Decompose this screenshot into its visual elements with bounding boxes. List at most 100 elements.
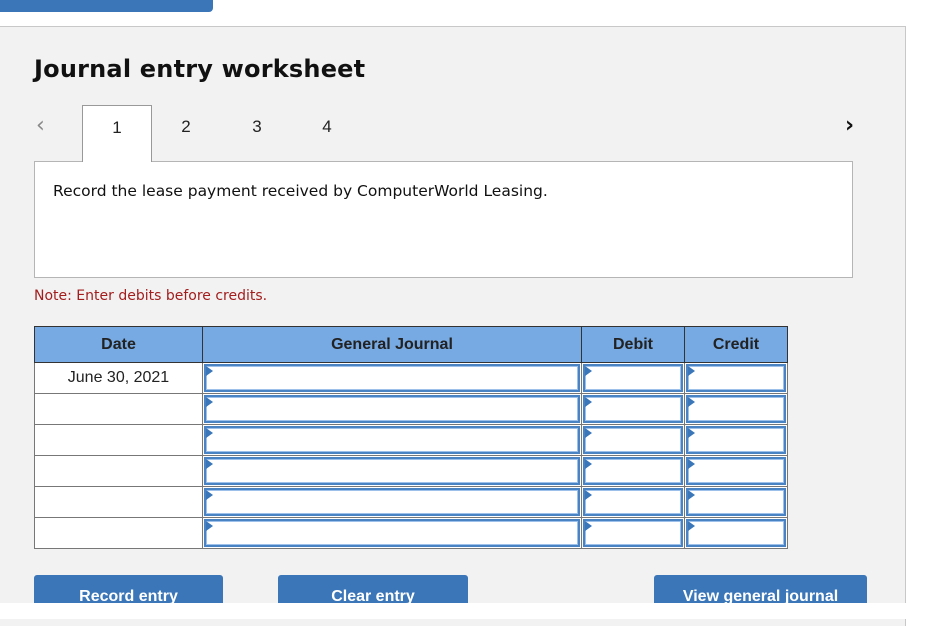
- debit-cell: [581, 393, 685, 425]
- tab-label: 2: [181, 117, 191, 136]
- dropdown-marker-icon: [206, 521, 213, 531]
- account-cell: [202, 517, 582, 549]
- credit-cell: [684, 455, 788, 487]
- dropdown-marker-icon: [585, 428, 592, 438]
- credit-cell: [684, 517, 788, 549]
- date-cell: [34, 455, 203, 487]
- dropdown-marker-icon: [585, 397, 592, 407]
- debit-input-wrapper: [583, 488, 683, 516]
- dropdown-marker-icon: [688, 459, 695, 469]
- credit-input-wrapper: [686, 488, 786, 516]
- debit-cell: [581, 486, 685, 518]
- date-cell: [34, 393, 203, 425]
- debit-input[interactable]: [585, 366, 681, 390]
- account-input[interactable]: [206, 428, 578, 452]
- table-row: [34, 486, 788, 518]
- date-cell: [34, 424, 203, 456]
- tab-label: 4: [322, 117, 332, 136]
- account-cell: [202, 362, 582, 394]
- account-cell: [202, 455, 582, 487]
- debit-input[interactable]: [585, 397, 681, 421]
- account-input-wrapper: [204, 457, 580, 485]
- debit-input-wrapper: [583, 395, 683, 423]
- account-input-wrapper: [204, 395, 580, 423]
- debit-input[interactable]: [585, 521, 681, 545]
- debit-input[interactable]: [585, 428, 681, 452]
- account-cell: [202, 393, 582, 425]
- note-text: Note: Enter debits before credits.: [34, 288, 268, 304]
- debit-input-wrapper: [583, 364, 683, 392]
- date-cell: June 30, 2021: [34, 362, 203, 394]
- table-row: [34, 424, 788, 456]
- debit-input-wrapper: [583, 426, 683, 454]
- instruction-text: Record the lease payment received by Com…: [53, 182, 548, 200]
- credit-cell: [684, 362, 788, 394]
- credit-input[interactable]: [688, 459, 784, 483]
- credit-cell: [684, 393, 788, 425]
- table-row: [34, 455, 788, 487]
- tab-3[interactable]: 3: [222, 105, 292, 161]
- dropdown-marker-icon: [585, 459, 592, 469]
- account-input-wrapper: [204, 519, 580, 547]
- account-input-wrapper: [204, 426, 580, 454]
- dropdown-marker-icon: [688, 428, 695, 438]
- page-title: Journal entry worksheet: [34, 55, 366, 83]
- viewport-cutoff: [0, 603, 929, 619]
- dropdown-marker-icon: [585, 366, 592, 376]
- debit-input[interactable]: [585, 459, 681, 483]
- dropdown-marker-icon: [688, 366, 695, 376]
- table-row: June 30, 2021: [34, 362, 788, 394]
- tab-1[interactable]: 1: [82, 105, 152, 162]
- debit-input-wrapper: [583, 519, 683, 547]
- credit-input[interactable]: [688, 397, 784, 421]
- debit-cell: [581, 517, 685, 549]
- dropdown-marker-icon: [585, 521, 592, 531]
- account-input-wrapper: [204, 488, 580, 516]
- account-input[interactable]: [206, 459, 578, 483]
- tab-4[interactable]: 4: [292, 105, 362, 161]
- chevron-right-icon[interactable]: ›: [845, 111, 854, 141]
- credit-input[interactable]: [688, 428, 784, 452]
- dropdown-marker-icon: [206, 366, 213, 376]
- table-header-row: Date General Journal Debit Credit: [34, 326, 788, 363]
- debit-cell: [581, 455, 685, 487]
- credit-cell: [684, 486, 788, 518]
- account-input[interactable]: [206, 490, 578, 514]
- debit-input[interactable]: [585, 490, 681, 514]
- account-cell: [202, 486, 582, 518]
- credit-cell: [684, 424, 788, 456]
- column-header-debit: Debit: [581, 326, 685, 363]
- credit-input-wrapper: [686, 395, 786, 423]
- account-input[interactable]: [206, 397, 578, 421]
- column-header-date: Date: [34, 326, 203, 363]
- credit-input-wrapper: [686, 457, 786, 485]
- credit-input[interactable]: [688, 366, 784, 390]
- journal-table: Date General Journal Debit Credit June 3…: [34, 326, 788, 549]
- date-cell: [34, 486, 203, 518]
- tab-label: 1: [112, 118, 122, 137]
- column-header-credit: Credit: [684, 326, 788, 363]
- date-cell: [34, 517, 203, 549]
- debit-input-wrapper: [583, 457, 683, 485]
- credit-input-wrapper: [686, 426, 786, 454]
- dropdown-marker-icon: [688, 397, 695, 407]
- top-banner-bar: [0, 0, 213, 12]
- dropdown-marker-icon: [688, 521, 695, 531]
- credit-input[interactable]: [688, 521, 784, 545]
- dropdown-marker-icon: [688, 490, 695, 500]
- dropdown-marker-icon: [206, 428, 213, 438]
- instruction-box: Record the lease payment received by Com…: [34, 161, 853, 278]
- account-input-wrapper: [204, 364, 580, 392]
- account-cell: [202, 424, 582, 456]
- dropdown-marker-icon: [585, 490, 592, 500]
- credit-input[interactable]: [688, 490, 784, 514]
- debit-cell: [581, 362, 685, 394]
- chevron-left-icon[interactable]: ‹: [36, 111, 45, 141]
- tab-2[interactable]: 2: [151, 105, 221, 161]
- account-input[interactable]: [206, 521, 578, 545]
- column-header-general-journal: General Journal: [202, 326, 582, 363]
- dropdown-marker-icon: [206, 490, 213, 500]
- credit-input-wrapper: [686, 519, 786, 547]
- dropdown-marker-icon: [206, 459, 213, 469]
- account-input[interactable]: [206, 366, 578, 390]
